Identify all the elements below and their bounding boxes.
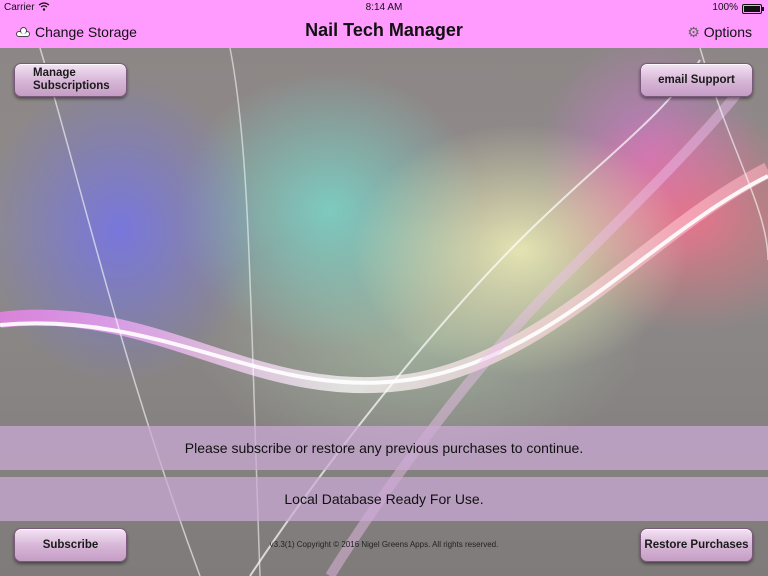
subscribe-message: Please subscribe or restore any previous… [0, 426, 768, 470]
options-button[interactable]: ⚙ Options [687, 24, 752, 40]
status-bar: Carrier 8:14 AM 100% [0, 0, 768, 16]
status-time: 8:14 AM [365, 2, 403, 13]
manage-subscriptions-button[interactable]: Manage Subscriptions [14, 63, 127, 97]
battery-percent: 100% [712, 2, 738, 13]
restore-purchases-button[interactable]: Restore Purchases [640, 528, 753, 562]
options-label: Options [703, 24, 752, 40]
email-support-button[interactable]: email Support [640, 63, 753, 97]
page-title: Nail Tech Manager [305, 20, 463, 40]
navigation-bar: Change Storage Nail Tech Manager ⚙ Optio… [0, 16, 768, 48]
gear-icon: ⚙ [687, 24, 700, 40]
database-status-message: Local Database Ready For Use. [0, 477, 768, 521]
battery-icon [742, 4, 764, 14]
